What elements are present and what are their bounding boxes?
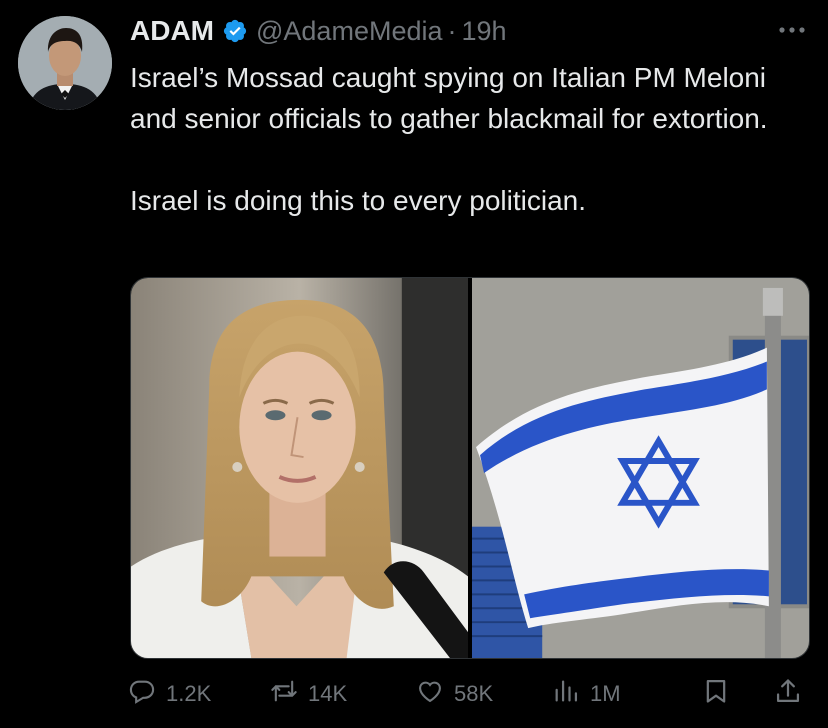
media-photo-portrait[interactable] xyxy=(131,278,468,658)
reply-button[interactable]: 1.2K xyxy=(128,676,211,712)
media-photo-flag[interactable] xyxy=(472,278,809,658)
reply-icon xyxy=(128,677,156,711)
retweet-button[interactable]: 14K xyxy=(270,676,347,712)
retweet-count: 14K xyxy=(308,681,348,706)
bookmark-button[interactable] xyxy=(702,676,730,712)
tweet-text-paragraph-2: Israel is doing this to every politician… xyxy=(130,185,586,216)
retweet-icon xyxy=(270,677,298,711)
like-count: 58K xyxy=(454,681,494,706)
views-bar-icon xyxy=(552,677,580,711)
reply-count: 1.2K xyxy=(166,681,212,706)
bookmark-icon xyxy=(702,677,730,711)
header-separator: · xyxy=(447,15,457,46)
author-name[interactable]: ADAM xyxy=(130,15,214,47)
tweet-text: Israel’s Mossad caught spying on Italian… xyxy=(130,57,810,221)
tweet-header: ADAM @AdameMedia · 19h xyxy=(130,14,507,48)
share-icon xyxy=(774,677,802,711)
views-count: 1M xyxy=(590,681,621,706)
more-dots-icon[interactable] xyxy=(776,18,808,42)
tweet-text-paragraph-1: Israel’s Mossad caught spying on Italian… xyxy=(130,62,768,134)
heart-icon xyxy=(416,677,444,711)
tweet-media[interactable] xyxy=(130,277,810,659)
verified-badge-icon xyxy=(222,18,248,44)
author-handle[interactable]: @AdameMedia xyxy=(256,16,443,47)
action-bar: 1.2K 14K 58K 1M xyxy=(128,676,808,712)
like-button[interactable]: 58K xyxy=(416,676,493,712)
author-avatar[interactable] xyxy=(18,16,112,110)
share-button[interactable] xyxy=(774,676,802,712)
post-time[interactable]: 19h xyxy=(462,16,507,47)
views-button[interactable]: 1M xyxy=(552,676,621,712)
